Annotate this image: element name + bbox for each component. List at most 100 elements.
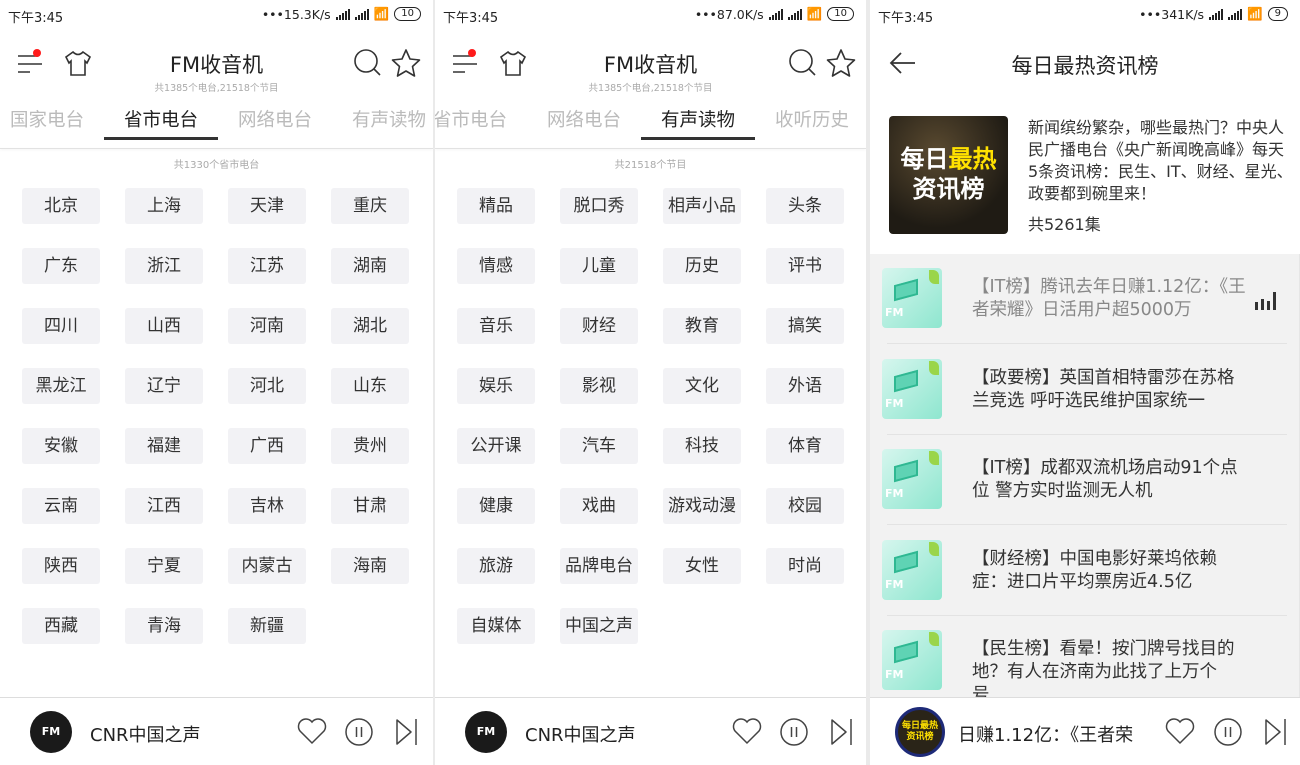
search-icon[interactable] (788, 48, 818, 78)
tab-audiobooks[interactable]: 有声读物 (641, 106, 755, 148)
tab-network[interactable]: 网络电台 (527, 106, 641, 148)
category-chip[interactable]: 海南 (331, 548, 409, 584)
next-track-icon[interactable] (394, 717, 420, 747)
player-station-name[interactable]: CNR中国之声 (90, 721, 201, 747)
next-track-icon[interactable] (1263, 717, 1289, 747)
category-chip[interactable]: 广东 (22, 248, 100, 284)
category-chip[interactable]: 北京 (22, 188, 100, 224)
category-chip[interactable]: 黑龙江 (22, 368, 100, 404)
episode-item[interactable]: FM 【财经榜】中国电影好莱坞依赖症：进口片平均票房近4.5亿 (882, 526, 1287, 616)
category-chip[interactable]: 文化 (663, 368, 741, 404)
category-chip[interactable]: 江苏 (228, 248, 306, 284)
category-chip[interactable]: 女性 (663, 548, 741, 584)
category-chip[interactable]: 品牌电台 (560, 548, 638, 584)
heart-icon[interactable] (732, 717, 762, 745)
episode-item[interactable]: FM 【IT榜】腾讯去年日赚1.12亿：《王者荣耀》日活用户超5000万 (882, 254, 1287, 344)
favorite-star-icon[interactable] (391, 48, 421, 78)
heart-icon[interactable] (1165, 717, 1195, 745)
category-chip[interactable]: 校园 (766, 488, 844, 524)
category-chip[interactable]: 戏曲 (560, 488, 638, 524)
category-chip[interactable]: 云南 (22, 488, 100, 524)
category-chip[interactable]: 头条 (766, 188, 844, 224)
category-chip[interactable]: 搞笑 (766, 308, 844, 344)
category-chip[interactable]: 娱乐 (457, 368, 535, 404)
signal-icon (768, 8, 783, 20)
wifi-icon: 📶 (373, 6, 390, 21)
category-chip[interactable]: 四川 (22, 308, 100, 344)
category-chip[interactable]: 新疆 (228, 608, 306, 644)
category-chip[interactable]: 重庆 (331, 188, 409, 224)
category-chip[interactable]: 影视 (560, 368, 638, 404)
category-chip[interactable]: 财经 (560, 308, 638, 344)
category-chip[interactable]: 上海 (125, 188, 203, 224)
category-chip[interactable]: 河南 (228, 308, 306, 344)
category-chip[interactable]: 公开课 (457, 428, 535, 464)
category-chip[interactable]: 评书 (766, 248, 844, 284)
category-chip[interactable]: 西藏 (22, 608, 100, 644)
next-track-icon[interactable] (829, 717, 855, 747)
category-chip[interactable]: 宁夏 (125, 548, 203, 584)
category-chip[interactable]: 湖北 (331, 308, 409, 344)
category-chip[interactable]: 情感 (457, 248, 535, 284)
pause-icon[interactable] (344, 717, 374, 747)
category-chip[interactable]: 广西 (228, 428, 306, 464)
category-chip[interactable]: 儿童 (560, 248, 638, 284)
category-chip[interactable]: 天津 (228, 188, 306, 224)
category-chip[interactable]: 安徽 (22, 428, 100, 464)
category-chip[interactable]: 青海 (125, 608, 203, 644)
category-chip[interactable]: 内蒙古 (228, 548, 306, 584)
episode-title: 【IT榜】成都双流机场启动91个点位 警方实时监测无人机 (972, 458, 1238, 501)
category-chip[interactable]: 旅游 (457, 548, 535, 584)
category-chip[interactable]: 辽宁 (125, 368, 203, 404)
category-chip[interactable]: 体育 (766, 428, 844, 464)
category-chip[interactable]: 河北 (228, 368, 306, 404)
network-speed: •••87.0K/s (694, 6, 764, 22)
category-chip[interactable]: 自媒体 (457, 608, 535, 644)
category-chip[interactable]: 健康 (457, 488, 535, 524)
favorite-star-icon[interactable] (826, 48, 856, 78)
category-chip[interactable]: 山西 (125, 308, 203, 344)
tab-audiobooks[interactable]: 有声读物 (332, 106, 433, 148)
category-chip[interactable]: 陕西 (22, 548, 100, 584)
category-chip[interactable]: 甘肃 (331, 488, 409, 524)
category-chip[interactable]: 教育 (663, 308, 741, 344)
category-chip[interactable]: 中国之声 (560, 608, 638, 644)
tab-national[interactable]: 国家电台 (0, 106, 104, 148)
category-chip[interactable]: 湖南 (331, 248, 409, 284)
category-chip[interactable]: 精品 (457, 188, 535, 224)
category-chip[interactable]: 历史 (663, 248, 741, 284)
wifi-icon: 📶 (1247, 6, 1263, 21)
search-icon[interactable] (353, 48, 383, 78)
pause-icon[interactable] (1213, 717, 1243, 747)
category-chip[interactable]: 科技 (663, 428, 741, 464)
category-chip[interactable]: 时尚 (766, 548, 844, 584)
player-disc[interactable]: 每日最热资讯榜 (895, 707, 945, 757)
pause-icon[interactable] (779, 717, 809, 747)
category-chip[interactable]: 贵州 (331, 428, 409, 464)
episode-item[interactable]: FM 【政要榜】英国首相特雷莎在苏格兰竞选 呼吁选民维护国家统一 (882, 345, 1287, 435)
category-chip[interactable]: 游戏动漫 (663, 488, 741, 524)
category-chip[interactable]: 山东 (331, 368, 409, 404)
tab-provincial[interactable]: 省市电台 (435, 106, 527, 148)
tab-network[interactable]: 网络电台 (218, 106, 332, 148)
category-chip[interactable]: 福建 (125, 428, 203, 464)
category-chip[interactable]: 相声小品 (663, 188, 741, 224)
episode-list[interactable]: FM 【IT榜】腾讯去年日赚1.12亿：《王者荣耀》日活用户超5000万 FM … (870, 254, 1300, 704)
tab-history[interactable]: 收听历史 (755, 106, 866, 148)
episode-item[interactable]: FM 【IT榜】成都双流机场启动91个点位 警方实时监测无人机 (882, 435, 1287, 525)
wifi-icon: 📶 (806, 6, 823, 21)
category-chip[interactable]: 汽车 (560, 428, 638, 464)
player-disc[interactable]: FM (30, 711, 72, 753)
category-chip[interactable]: 外语 (766, 368, 844, 404)
category-chip[interactable]: 脱口秀 (560, 188, 638, 224)
player-station-name[interactable]: CNR中国之声 (525, 721, 636, 747)
episode-item[interactable]: FM 【民生榜】看晕！按门牌号找目的地？有人在济南为此找了上万个号…… (882, 616, 1287, 706)
player-episode-title[interactable]: 日赚1.12亿：《王者荣 (958, 721, 1148, 747)
category-chip[interactable]: 吉林 (228, 488, 306, 524)
heart-icon[interactable] (297, 717, 327, 745)
category-chip[interactable]: 江西 (125, 488, 203, 524)
tab-provincial[interactable]: 省市电台 (104, 106, 218, 148)
player-disc[interactable]: FM (465, 711, 507, 753)
category-chip[interactable]: 浙江 (125, 248, 203, 284)
category-chip[interactable]: 音乐 (457, 308, 535, 344)
